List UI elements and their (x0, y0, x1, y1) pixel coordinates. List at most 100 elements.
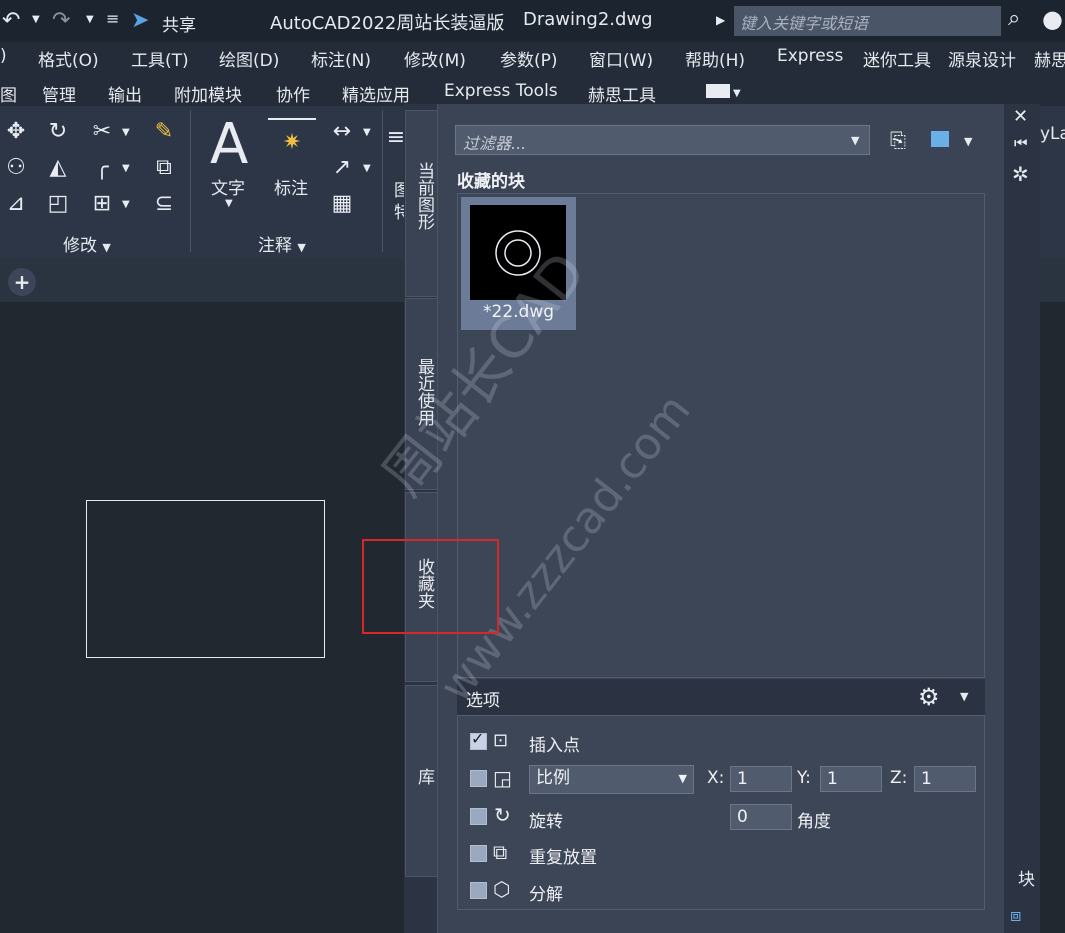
tab-output[interactable]: 输出 (108, 81, 142, 106)
tab-express-tools[interactable]: Express Tools (444, 81, 558, 101)
undo-dropdown-icon[interactable]: ▼ (32, 14, 40, 25)
redo-dropdown-icon[interactable]: ▼ (86, 14, 94, 25)
scale-mode-select[interactable]: 比例 ▼ (529, 765, 694, 794)
tab-view[interactable]: 图 (0, 81, 17, 106)
menu-format[interactable]: 格式(O) (38, 46, 99, 71)
rotate-angle-unit: 角度 (797, 812, 831, 832)
annotation-group-label[interactable]: 注释 ▼ (258, 231, 306, 256)
search-icon[interactable]: ⌕ (1008, 6, 1020, 31)
properties-icon[interactable]: ✲ (1012, 162, 1029, 186)
auto-hide-icon[interactable]: ⏮ (1014, 134, 1028, 152)
modify-group-label[interactable]: 修改 ▼ (63, 231, 111, 256)
dimension-label[interactable]: 标注 (274, 174, 308, 199)
user-icon[interactable]: ● (1042, 5, 1063, 33)
menu-hesi[interactable]: 赫思 (1034, 46, 1065, 71)
gear-icon[interactable]: ⚙ (918, 683, 940, 711)
table-icon[interactable]: ▦ (328, 192, 356, 216)
tab-manage[interactable]: 管理 (42, 81, 76, 106)
thumbnail-view-icon[interactable] (931, 131, 949, 147)
tab-featured-apps[interactable]: 精选应用 (342, 81, 410, 106)
options-dropdown-icon[interactable]: ▼ (960, 690, 968, 703)
trim-icon[interactable]: ✂ (88, 120, 116, 144)
menu-mini-tools[interactable]: 迷你工具 (863, 46, 931, 71)
solid-icon[interactable]: ⧉ (150, 156, 178, 180)
tab-hesi-tools[interactable]: 赫思工具 (588, 81, 656, 106)
redo-icon[interactable]: ↷ (52, 8, 70, 33)
ribbon-toggle-icon[interactable] (706, 84, 730, 98)
scale-mode-value: 比例 (536, 768, 570, 788)
menu-paren[interactable]: ) (0, 46, 7, 66)
menu-window[interactable]: 窗口(W) (589, 46, 653, 71)
scale-z-label: Z: (890, 768, 908, 788)
scale-z-input[interactable]: 1 (914, 766, 976, 792)
menu-draw[interactable]: 绘图(D) (219, 46, 279, 71)
move-icon[interactable]: ✥ (2, 120, 30, 144)
explode-checkbox[interactable] (470, 882, 487, 899)
dimension-icon[interactable]: ✷ (268, 118, 316, 164)
linear-dim-dropdown-icon[interactable]: ▼ (363, 127, 371, 138)
leader-dropdown-icon[interactable]: ▼ (363, 163, 371, 174)
tab-addins[interactable]: 附加模块 (174, 81, 242, 106)
stretch-icon[interactable]: ⊿ (2, 192, 30, 216)
block-palette-icon: ⧈ (1010, 905, 1022, 926)
file-tab-bar-right (1040, 258, 1065, 302)
tab-current-drawing-label[interactable]: 当前图形 (412, 162, 437, 230)
tab-library-label[interactable]: 库 (412, 768, 437, 785)
copy-icon[interactable]: ⚇ (2, 156, 30, 180)
offset-icon[interactable]: ⊆ (150, 192, 178, 216)
repeat-placement-checkbox[interactable] (470, 845, 487, 862)
trim-dropdown-icon[interactable]: ▼ (122, 127, 130, 138)
title-arrow-icon[interactable]: ▶ (716, 13, 725, 27)
ribbon-divider (190, 110, 191, 252)
menu-tools[interactable]: 工具(T) (131, 46, 189, 71)
file-tab-bar (0, 258, 440, 302)
text-big-icon[interactable]: A (210, 112, 248, 177)
close-icon[interactable]: ✕ (1013, 106, 1028, 127)
tab-collaborate[interactable]: 协作 (276, 81, 310, 106)
search-input[interactable]: 键入关键字或短语 (740, 10, 868, 34)
rotate-checkbox[interactable] (470, 808, 487, 825)
leader-icon[interactable]: ↗ (328, 156, 356, 180)
scale-checkbox[interactable] (470, 770, 487, 787)
scale-y-input[interactable]: 1 (820, 766, 882, 792)
favorites-label: 收藏的块 (457, 172, 525, 192)
ribbon-toggle-dropdown-icon[interactable]: ▼ (733, 88, 741, 99)
drawn-rectangle[interactable] (86, 500, 325, 658)
fillet-icon[interactable]: ╭ (88, 156, 116, 180)
share-label[interactable]: 共享 (162, 11, 196, 36)
rotate-icon[interactable]: ↻ (44, 120, 72, 144)
options-header[interactable] (457, 679, 985, 715)
scale-option-icon: ◲ (493, 766, 512, 790)
scale-x-input[interactable]: 1 (730, 766, 792, 792)
menu-dimension[interactable]: 标注(N) (311, 46, 371, 71)
menu-modify[interactable]: 修改(M) (404, 46, 466, 71)
erase-icon[interactable]: ✎ (150, 120, 178, 144)
repeat-placement-label: 重复放置 (529, 848, 597, 868)
palette-side-title: 块 (1014, 870, 1034, 887)
text-label[interactable]: 文字 (211, 174, 245, 199)
fillet-dropdown-icon[interactable]: ▼ (122, 163, 130, 174)
menu-parametric[interactable]: 参数(P) (500, 46, 558, 71)
array-dropdown-icon[interactable]: ▼ (122, 199, 130, 210)
filter-input[interactable]: 过滤器... (463, 130, 526, 154)
array-icon[interactable]: ⊞ (88, 192, 116, 216)
rotate-angle-input[interactable]: 0 (730, 804, 792, 830)
view-dropdown-icon[interactable]: ▼ (964, 135, 972, 148)
layers-icon[interactable]: ≡ (386, 126, 406, 150)
new-tab-button[interactable]: + (8, 268, 36, 296)
mirror-icon[interactable]: ◭ (44, 156, 72, 180)
layer-dropdown-partial[interactable]: yLa (1040, 124, 1065, 144)
text-dropdown-icon[interactable]: ▼ (225, 198, 233, 209)
insert-block-icon[interactable]: ⎘ (890, 128, 906, 152)
filter-dropdown-icon[interactable]: ▼ (851, 134, 859, 147)
menu-express[interactable]: Express (777, 46, 843, 66)
share-icon[interactable]: ➤ (131, 8, 149, 33)
menu-yuanquan[interactable]: 源泉设计 (948, 46, 1016, 71)
customize-qat-icon[interactable]: ≡ (106, 9, 119, 28)
undo-icon[interactable]: ↶ (2, 8, 20, 33)
search-box[interactable]: 键入关键字或短语 (734, 6, 1001, 36)
scale-icon[interactable]: ◰ (44, 192, 72, 216)
palette-title-strip (1004, 104, 1040, 933)
menu-help[interactable]: 帮助(H) (685, 46, 745, 71)
linear-dim-icon[interactable]: ↔ (328, 120, 356, 144)
